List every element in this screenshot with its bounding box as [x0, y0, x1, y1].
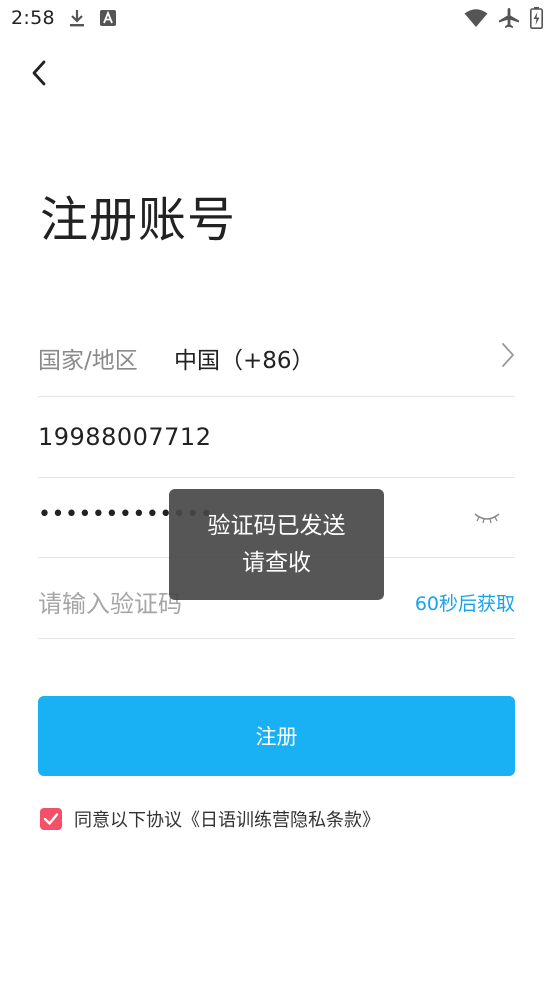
verification-code-input[interactable]: 请输入验证码 [38, 584, 182, 619]
status-time: 2:58 [11, 7, 55, 29]
checkmark-icon [43, 813, 59, 825]
eye-closed-icon[interactable] [474, 512, 500, 524]
agreement-row[interactable]: 同意以下协议《日语训练营隐私条款》 [40, 806, 380, 832]
agree-checkbox[interactable] [40, 808, 62, 830]
wifi-icon [464, 9, 488, 27]
register-button[interactable]: 注册 [38, 696, 515, 776]
download-icon [70, 10, 84, 27]
phone-field[interactable]: 19988007712 [38, 397, 515, 478]
battery-charging-icon [530, 7, 543, 29]
register-button-label: 注册 [255, 725, 298, 749]
page-title: 注册账号 [40, 192, 237, 248]
status-system-icons [464, 7, 543, 29]
region-value: 中国（+86） [174, 348, 315, 374]
back-button[interactable] [22, 56, 56, 90]
region-selector[interactable]: 国家/地区 中国（+86） [38, 316, 515, 397]
phone-input[interactable]: 19988007712 [38, 423, 211, 451]
toast-line-1: 验证码已发送 [207, 512, 346, 539]
agreement-text[interactable]: 同意以下协议《日语训练营隐私条款》 [74, 806, 380, 832]
toast-message: 验证码已发送 请查收 [169, 489, 384, 600]
text-a-icon [100, 10, 116, 26]
chevron-right-icon [502, 343, 514, 367]
status-notification-icons [68, 8, 116, 28]
airplane-icon [499, 8, 519, 28]
toast-line-2: 请查收 [242, 549, 311, 576]
status-bar: 2:58 [0, 0, 553, 38]
chevron-left-icon [32, 60, 46, 86]
resend-code-button[interactable]: 60秒后获取 [415, 589, 515, 616]
region-label: 国家/地区 [38, 348, 138, 374]
